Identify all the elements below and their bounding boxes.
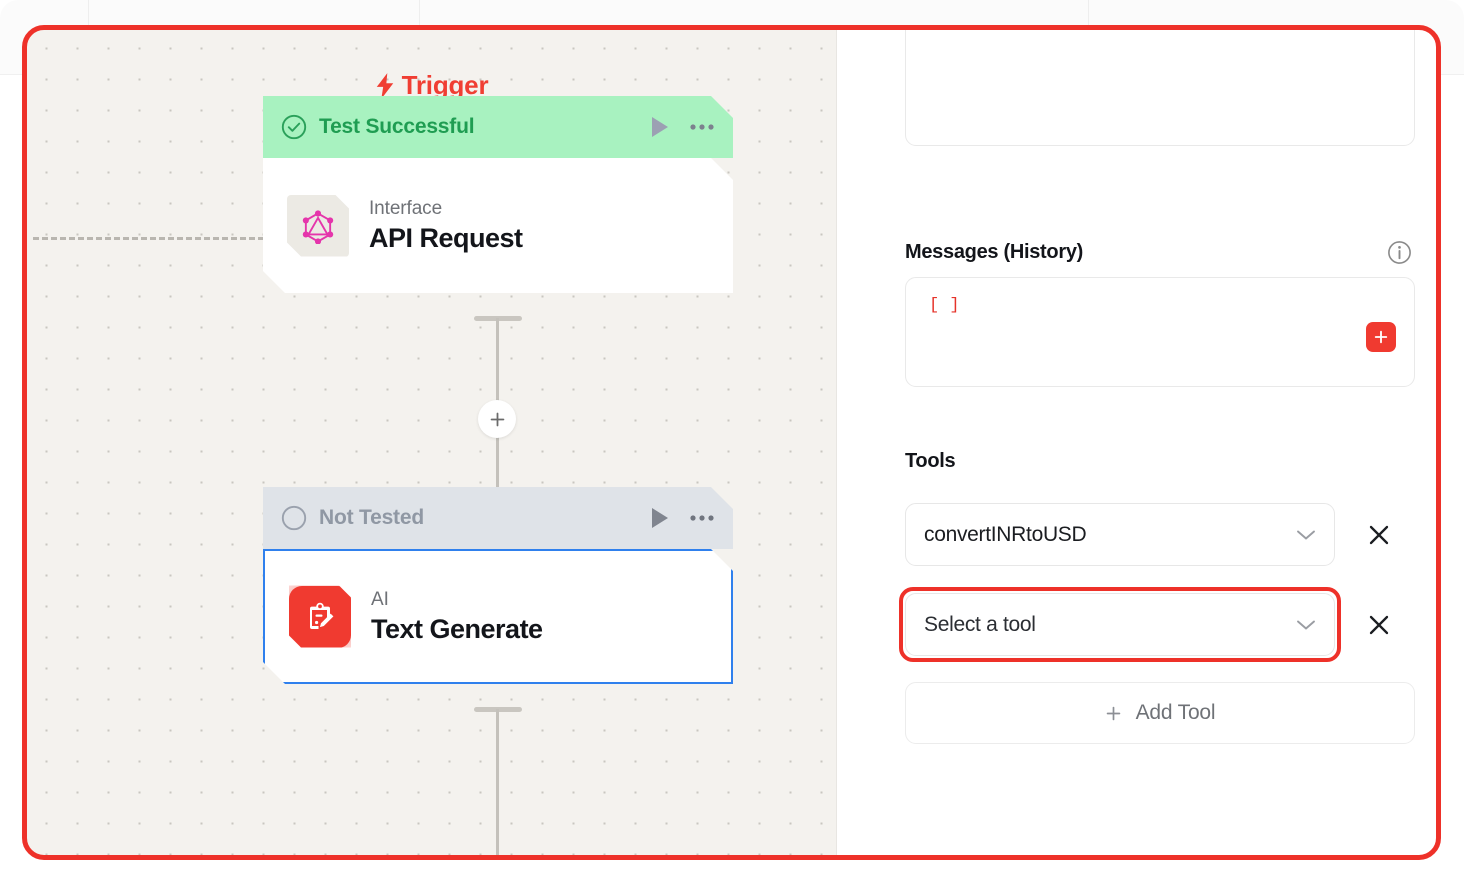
tool-select[interactable]: convertINRtoUSD	[905, 503, 1335, 566]
empty-circle-icon	[281, 505, 307, 531]
plus-icon	[490, 412, 504, 426]
play-icon[interactable]	[649, 506, 671, 530]
lightning-bolt-icon	[376, 72, 393, 99]
node-title-label: Text Generate	[371, 613, 543, 644]
node-text-generate[interactable]: Not Tested AI Text Generate	[263, 487, 733, 684]
tool-row: Select a tool	[905, 593, 1391, 656]
node-body[interactable]: AI Text Generate	[263, 549, 733, 684]
close-icon[interactable]	[1367, 523, 1391, 547]
add-tool-button[interactable]: Add Tool	[905, 682, 1415, 744]
chevron-down-icon	[1297, 620, 1315, 629]
tool-select[interactable]: Select a tool	[905, 593, 1335, 656]
node-status-label: Not Tested	[319, 506, 424, 529]
tool-select-value: Select a tool	[924, 612, 1036, 636]
add-message-button[interactable]	[1366, 322, 1396, 352]
tool-select-value: convertINRtoUSD	[924, 522, 1087, 546]
node-status-label: Test Successful	[319, 115, 475, 138]
node-kind-label: Interface	[369, 197, 443, 219]
messages-history-value: [ ]	[929, 296, 960, 315]
prompt-textarea[interactable]	[905, 28, 1415, 146]
node-text: Interface API Request	[369, 198, 523, 254]
ellipsis-icon[interactable]	[689, 514, 715, 522]
add-node-button[interactable]	[478, 400, 516, 438]
incoming-dashed-wire	[33, 237, 273, 240]
inspector-panel: Messages (History) [ ] Tools convertINRt…	[837, 28, 1438, 857]
plus-icon	[1374, 330, 1388, 344]
tools-label: Tools	[905, 450, 956, 472]
ai-clipboard-pencil-icon	[304, 601, 336, 633]
node-body[interactable]: Interface API Request	[263, 158, 733, 293]
ellipsis-icon[interactable]	[689, 123, 715, 131]
add-tool-label: Add Tool	[1135, 701, 1216, 724]
app-content: Trigger Test Successful Interface API Re…	[25, 28, 1438, 857]
plus-icon	[1106, 706, 1120, 720]
node-header-status[interactable]: Not Tested	[263, 487, 733, 549]
messages-history-box[interactable]	[905, 277, 1415, 387]
node-icon-wrap	[287, 195, 349, 257]
graphql-icon	[300, 208, 336, 244]
screenshot-root: Trigger Test Successful Interface API Re…	[0, 0, 1464, 885]
info-icon[interactable]	[1387, 240, 1412, 265]
play-icon[interactable]	[649, 115, 671, 139]
tool-row: convertINRtoUSD	[905, 503, 1391, 566]
node-icon-wrap	[289, 586, 351, 648]
node-title-label: API Request	[369, 222, 523, 253]
node-api-request[interactable]: Test Successful Interface API Request	[263, 96, 733, 293]
messages-label: Messages (History)	[905, 241, 1083, 263]
chevron-down-icon	[1297, 530, 1315, 539]
check-circle-icon	[281, 114, 307, 140]
close-icon[interactable]	[1367, 613, 1391, 637]
workflow-canvas[interactable]: Trigger Test Successful Interface API Re…	[25, 28, 837, 857]
connector-line	[496, 709, 499, 857]
node-text: AI Text Generate	[371, 589, 543, 645]
node-kind-label: AI	[371, 588, 389, 610]
node-header-status[interactable]: Test Successful	[263, 96, 733, 158]
